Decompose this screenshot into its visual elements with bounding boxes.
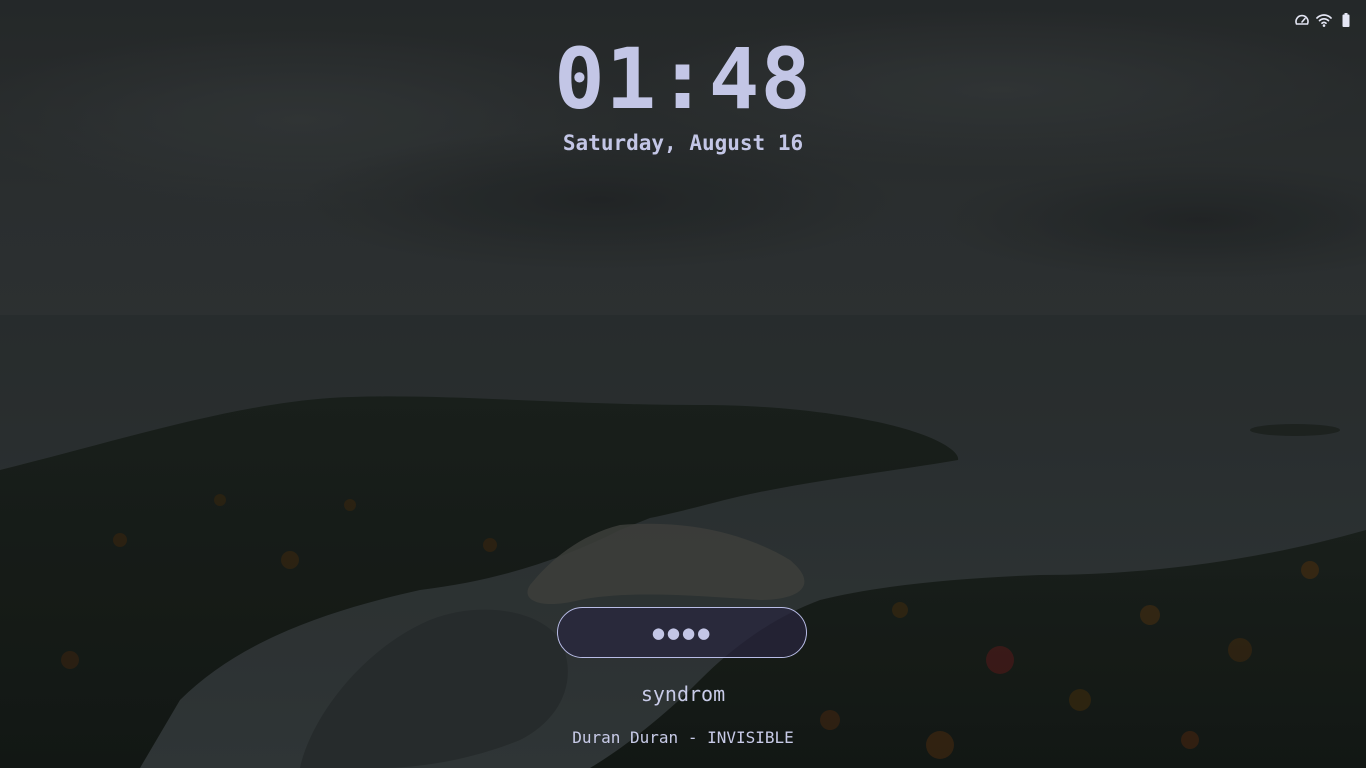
password-input[interactable]: ●●●● (557, 607, 807, 658)
password-mask: ●●●● (651, 623, 713, 642)
status-tray (1294, 12, 1354, 28)
clock-date: Saturday, August 16 (562, 131, 804, 155)
username-label: syndrom (640, 682, 726, 706)
clock-time: 01:48 (554, 30, 812, 128)
lock-screen: 01:48 Saturday, August 16 ●●●● syndrom D… (0, 0, 1366, 768)
speedometer-icon (1294, 12, 1310, 28)
battery-icon (1338, 12, 1354, 28)
now-playing-label: Duran Duran - INVISIBLE (572, 728, 794, 747)
wifi-icon (1316, 12, 1332, 28)
